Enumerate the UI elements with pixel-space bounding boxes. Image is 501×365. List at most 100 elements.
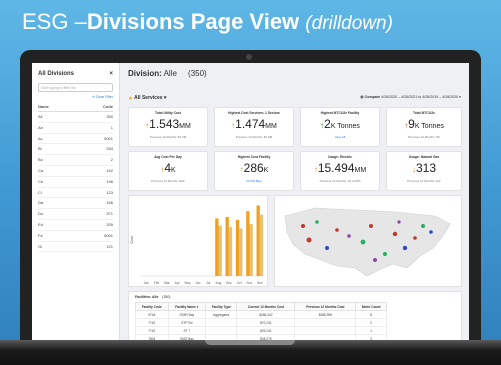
col-name-header[interactable]: Name [38, 104, 49, 109]
division-code: 334 [106, 146, 113, 152]
table-row[interactable]: 9744 STAR Bay Aggregates $286,442 $288,996 8 [135, 310, 387, 319]
facilities-table: Facility Code Facility Name ▾ Facility Typ… [135, 302, 387, 343]
chart-bar[interactable] [259, 214, 264, 276]
kpi-label: Avg Cost Per Day [154, 155, 182, 159]
division-list-item[interactable]: All 350 [38, 112, 113, 123]
kpi-card[interactable]: Total MTCO2e ↑9K Tonnes Previous 12 Months… [386, 107, 462, 147]
kpi-subtext[interactable]: View All [301, 135, 379, 139]
kpi-label: Usage: Natural Gas [408, 155, 440, 159]
division-list-item[interactable]: Ac 5001 [38, 134, 113, 145]
division-list-item[interactable]: Ce 196 [38, 177, 113, 188]
division-list-item[interactable]: Bo 2 [38, 155, 113, 166]
x-tick-label: Feb [154, 281, 160, 285]
division-list-item[interactable]: Fe 5001 [38, 231, 113, 242]
kpi-card[interactable]: Total Utility Cost ↑1.543MM Previous 12 Mo… [128, 107, 208, 147]
division-search-input[interactable]: Start typing to filter list [38, 83, 113, 92]
chart-bar[interactable] [235, 219, 240, 276]
table-cell: 2 [355, 318, 387, 327]
app-screen: All Divisions × Start typing to filter l… [32, 63, 469, 343]
division-list-item[interactable]: Bi 334 [38, 144, 113, 156]
chart-bar[interactable] [256, 205, 260, 276]
kpi-label: Total Utility Cost [155, 111, 181, 115]
division-list-item[interactable]: Da 166 [38, 198, 113, 210]
table-row[interactable]: 7742 STP Rd $70,231 2 [135, 318, 387, 327]
x-tick-label: Oct [237, 281, 242, 285]
kpi-subtext: Previous 12 Months: $4K [151, 179, 185, 183]
x-tick-label: Jul [206, 281, 210, 285]
table-header-cell[interactable]: Facility Type [205, 302, 238, 311]
kpi-label: Total MTCO2e [413, 111, 435, 115]
division-name: Ce [38, 178, 44, 184]
x-tick-label: Apr [175, 281, 181, 285]
table-header-cell[interactable]: Meter Count [355, 302, 387, 311]
kpi-card[interactable]: Avg Cost Per Day ↑4K Previous 12 Months: $… [128, 151, 208, 191]
calendar-icon: ▦ [360, 95, 364, 99]
table-header-cell[interactable]: Current 12 Months Cost [236, 302, 296, 311]
division-name: Bi [38, 146, 42, 152]
x-tick-label: Jan [144, 281, 149, 285]
division-code: 1 [110, 124, 113, 130]
kpi-value: 286 [243, 161, 264, 175]
facilities-count: (350) [162, 295, 171, 299]
chart-bar[interactable] [249, 224, 253, 276]
compare-dates: 4/26/2020 – 4/26/2021 to 4/26/2019 – 4/2… [381, 95, 459, 99]
x-tick-label: May [184, 281, 190, 285]
kpi-card[interactable]: Highest MTCO2e Facility ↑2K Tonnes View Al… [300, 107, 380, 147]
division-name: Do [38, 211, 44, 217]
division-list-item[interactable]: Ed 205 [38, 220, 113, 231]
table-cell: STP Rd [167, 318, 207, 327]
kpi-unit: K [171, 167, 176, 174]
division-name: Ed [38, 221, 43, 227]
division-list-item[interactable]: Gi 121 [38, 242, 113, 253]
table-cell: 7742 [135, 318, 169, 327]
table-row[interactable]: 7742 ST 7 $29,241 1 [135, 326, 387, 335]
facilities-label: Facilities: Alle [135, 295, 159, 299]
kpi-subtext[interactable]: (STAR Bay) [215, 179, 293, 183]
chart-bar[interactable] [218, 225, 222, 276]
division-list-item[interactable]: Ci 123 [38, 188, 113, 199]
chart-bar[interactable] [225, 216, 229, 276]
x-tick-label: Jun [195, 281, 200, 285]
warning-icon: ▲ [128, 95, 133, 101]
table-cell: 1 [355, 326, 387, 335]
division-list-item[interactable]: Ca 192 [38, 166, 113, 177]
facilities-caption: Facilities: Alle (350) [135, 295, 455, 299]
chart-bar[interactable] [246, 211, 250, 276]
division-name: Fe [38, 232, 43, 238]
kpi-value-row: ↑2K Tonnes [301, 118, 379, 133]
division-name: All [38, 114, 43, 119]
laptop-notch [205, 340, 295, 345]
table-cell: $288,996 [294, 310, 357, 319]
sidebar-header: All Divisions × [38, 71, 113, 77]
chart-bar[interactable] [239, 228, 243, 276]
kpi-card[interactable]: Highest Cost Facility ↑286K (STAR Bay) [214, 151, 294, 191]
table-cell [205, 318, 238, 327]
division-name: Ci [38, 189, 42, 195]
kpi-card[interactable]: Usage: Electric ↑15.494MM Previous 12 Mont… [300, 151, 380, 191]
table-header-cell[interactable]: Facility Name ▾ [167, 302, 207, 311]
col-code-header[interactable]: Code [103, 104, 113, 109]
division-count: (350) [188, 69, 207, 78]
kpi-unit: MM [179, 123, 191, 130]
kpi-card[interactable]: Highest Cost Services: 1 Sectors ↑1.474MM… [214, 107, 294, 147]
services-label: All Services [134, 95, 163, 101]
chart-bar[interactable] [228, 227, 233, 276]
chart-bar[interactable] [215, 218, 219, 276]
division-list-item[interactable]: Do 371 [38, 209, 113, 220]
main-content: Division: Alle (350) ▲ All Services ▾ ▦ … [124, 63, 469, 343]
division-list-item[interactable]: Ab 1 [38, 123, 113, 134]
division-name: Gi [38, 243, 42, 249]
facility-map[interactable] [274, 195, 462, 287]
kpi-value-row: ↓313 [387, 162, 461, 177]
kpi-label: Highest MTCO2e Facility [320, 111, 360, 115]
table-header-cell[interactable]: Facility Code [135, 302, 169, 311]
compare-range[interactable]: ▦ Compare 4/26/2020 – 4/26/2021 to 4/26/… [360, 95, 461, 99]
kpi-card[interactable]: Usage: Natural Gas ↓313 Previous 12 Months… [386, 151, 462, 191]
close-icon[interactable]: × [109, 71, 113, 77]
table-header-cell[interactable]: Previous 12 Months Cost [294, 302, 357, 311]
table-cell: $286,442 [236, 310, 296, 319]
services-dropdown[interactable]: ▲ All Services ▾ [128, 95, 166, 101]
kpi-value-row: ↑1.474MM [215, 118, 293, 133]
clear-filter-button[interactable]: ⟲ Clear Filter [38, 95, 113, 99]
kpi-value-row: ↑4K [129, 162, 207, 177]
